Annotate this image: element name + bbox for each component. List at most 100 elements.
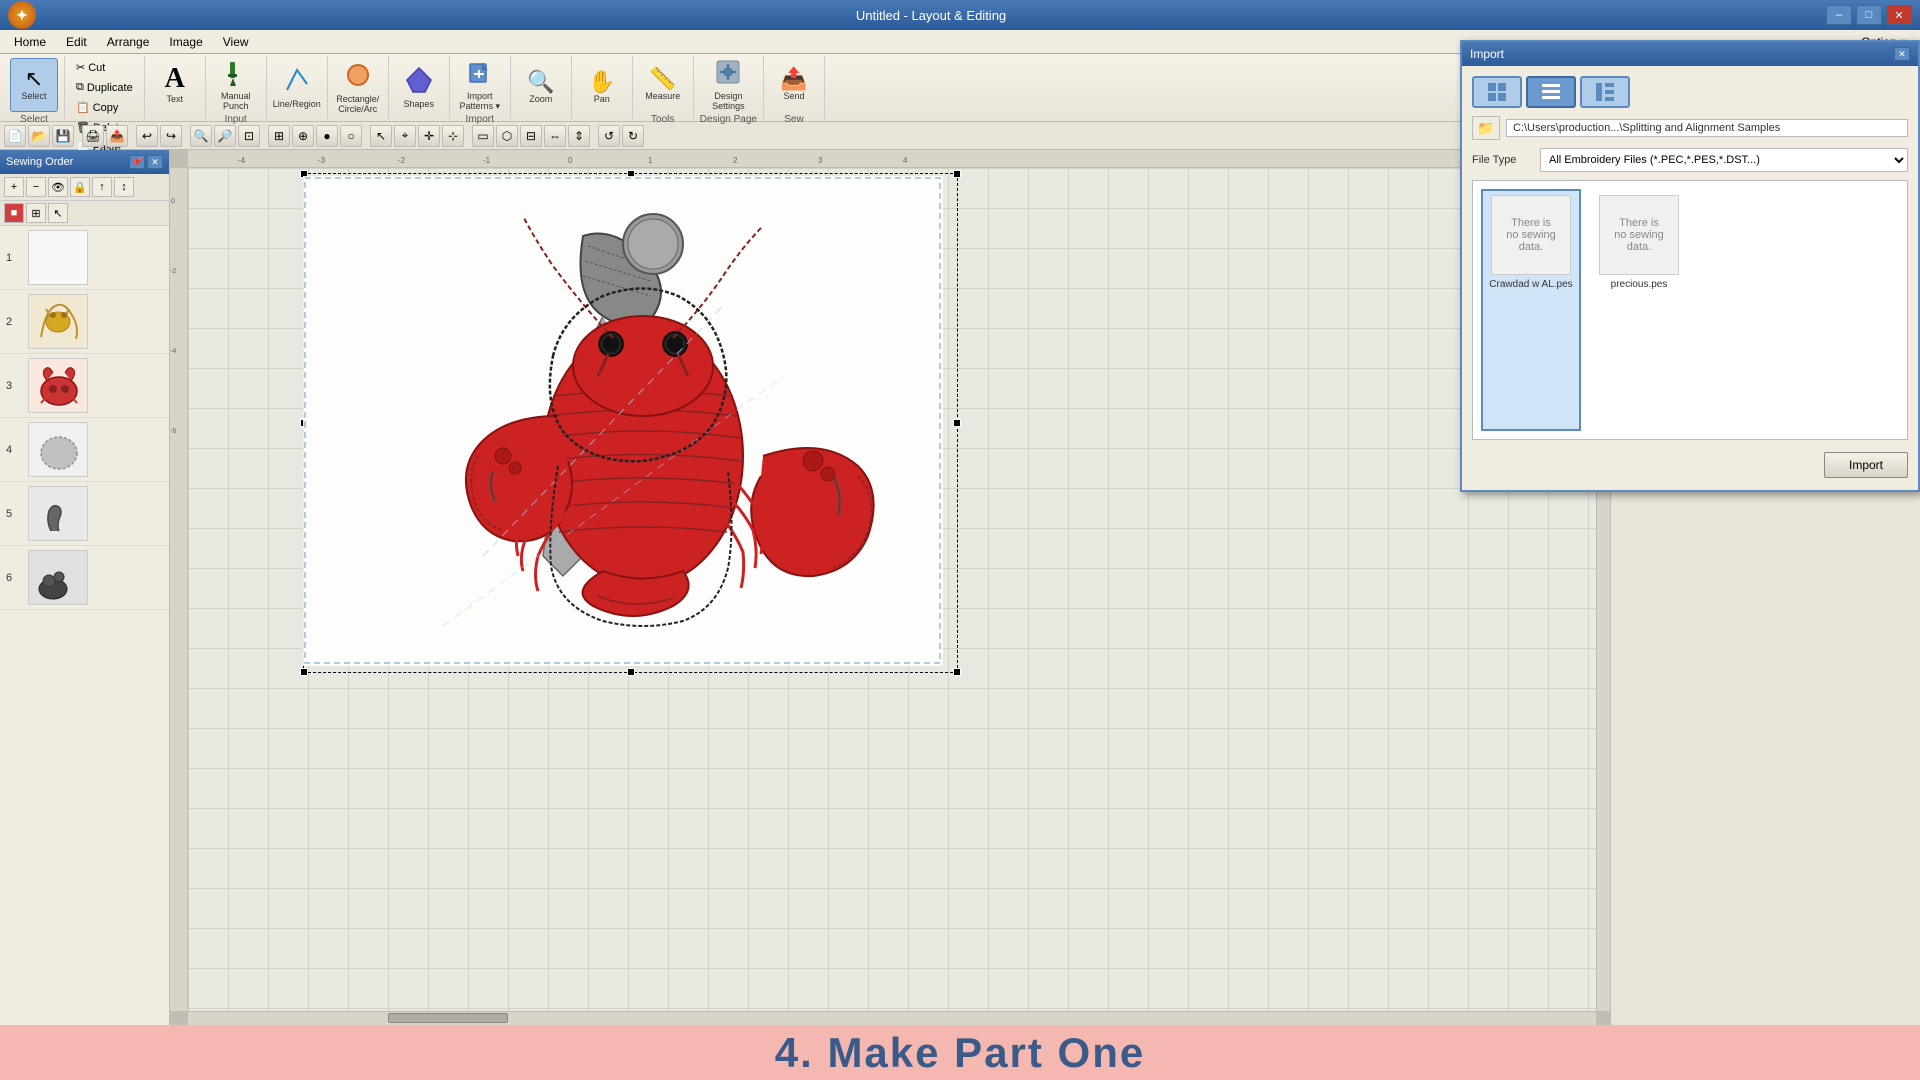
import-folder-btn[interactable]: 📁 xyxy=(1472,116,1500,140)
send-button[interactable]: 📤 Send xyxy=(770,58,818,112)
import-patterns-button[interactable]: ImportPatterns ▾ xyxy=(456,58,504,112)
tb2-flip-h[interactable]: ⇔ xyxy=(544,125,566,147)
sewing-order-title: Sewing Order xyxy=(6,156,73,168)
scrollbar-thumb-h[interactable] xyxy=(388,1013,508,1023)
menu-arrange[interactable]: Arrange xyxy=(97,33,160,51)
tb2-zoom-out[interactable]: 🔎 xyxy=(214,125,236,147)
tb2-select-free[interactable]: ⬡ xyxy=(496,125,518,147)
tb2-export[interactable]: 📤 xyxy=(106,125,128,147)
duplicate-button[interactable]: ⧉ Duplicate xyxy=(71,78,138,97)
tb2-undo[interactable]: ↩ xyxy=(136,125,158,147)
import-view-detail[interactable] xyxy=(1580,76,1630,108)
sewing-item[interactable]: 5 xyxy=(0,482,169,546)
import-file-item[interactable]: There isno sewingdata. precious.pes xyxy=(1589,189,1689,431)
sewing-item[interactable]: 3 xyxy=(0,354,169,418)
sew-eye[interactable]: 👁 xyxy=(48,177,68,197)
import-filetype-select[interactable]: All Embroidery Files (*.PEC,*.PES,*.DST.… xyxy=(1540,148,1908,172)
sew-group[interactable]: ⊞ xyxy=(26,203,46,223)
shapes-button[interactable]: Shapes xyxy=(395,61,443,115)
menu-image[interactable]: Image xyxy=(159,33,212,51)
sewing-order-pin[interactable]: 📌 xyxy=(129,155,145,169)
tb2-cursor2[interactable]: ⌖ xyxy=(394,125,416,147)
sewing-item[interactable]: 1 xyxy=(0,226,169,290)
ruler-vertical: 0 -2 -4 -6 xyxy=(170,168,188,1011)
minimize-button[interactable]: – xyxy=(1826,5,1852,25)
text-button[interactable]: A Text xyxy=(151,58,199,112)
pan-icon: ✋ xyxy=(588,71,615,93)
import-view-list[interactable] xyxy=(1526,76,1576,108)
design-settings-button[interactable]: DesignSettings xyxy=(704,58,752,112)
sew-up[interactable]: ↑ xyxy=(92,177,112,197)
tb2-zoom-in[interactable]: 🔍 xyxy=(190,125,212,147)
tb2-rotate-r[interactable]: ↻ xyxy=(622,125,644,147)
import-file-item[interactable]: There isno sewingdata. Crawdad w AL.pes xyxy=(1481,189,1581,431)
ruler-mark: -4 xyxy=(238,156,245,165)
sel-handle-mr[interactable] xyxy=(953,419,961,427)
zoom-label: Zoom xyxy=(529,95,552,105)
zoom-icon: 🔍 xyxy=(527,71,554,93)
manual-punch-button[interactable]: ManualPunch xyxy=(212,58,260,112)
close-button[interactable]: ✕ xyxy=(1886,5,1912,25)
import-filetype-row: File Type All Embroidery Files (*.PEC,*.… xyxy=(1472,148,1908,172)
tb2-save[interactable]: 💾 xyxy=(52,125,74,147)
measure-button[interactable]: 📏 Measure xyxy=(639,58,687,112)
tb2-open[interactable]: 📂 xyxy=(28,125,50,147)
tb2-flip-v[interactable]: ⇕ xyxy=(568,125,590,147)
sew-color[interactable]: ■ xyxy=(4,203,24,223)
sel-handle-br[interactable] xyxy=(953,668,961,676)
sel-handle-tr[interactable] xyxy=(953,170,961,178)
import-dialog: Import ✕ 📁 xyxy=(1460,40,1920,492)
import-view-icons[interactable] xyxy=(1472,76,1522,108)
send-icon: 📤 xyxy=(780,68,807,90)
sew-lock[interactable]: 🔒 xyxy=(70,177,90,197)
tb2-rotate-l[interactable]: ↺ xyxy=(598,125,620,147)
rect-circle-button[interactable]: Rectangle/Circle/Arc xyxy=(334,61,382,115)
tb2-cursor3[interactable]: ✛ xyxy=(418,125,440,147)
embroidery-image xyxy=(303,176,953,674)
tb2-redo[interactable]: ↪ xyxy=(160,125,182,147)
tb2-fit[interactable]: ⊡ xyxy=(238,125,260,147)
tb2-circle2[interactable]: ○ xyxy=(340,125,362,147)
menu-home[interactable]: Home xyxy=(4,33,56,51)
tb2-crop[interactable]: ⊟ xyxy=(520,125,542,147)
sew-add[interactable]: + xyxy=(4,177,24,197)
ruler-mark: -3 xyxy=(318,156,325,165)
copy-button[interactable]: 📋 Copy xyxy=(71,98,138,117)
tb2-cursor4[interactable]: ⊹ xyxy=(442,125,464,147)
sewing-toolbar2: ■ ⊞ ↖ xyxy=(0,201,169,226)
sew-cursor[interactable]: ↖ xyxy=(48,203,68,223)
tb2-select-rect[interactable]: ▭ xyxy=(472,125,494,147)
horizontal-scrollbar[interactable] xyxy=(188,1011,1596,1025)
cut-button[interactable]: ✂ Cut xyxy=(71,58,138,77)
tb2-snap[interactable]: ⊕ xyxy=(292,125,314,147)
sew-group-label: Sew xyxy=(784,114,803,125)
tb2-cursor1[interactable]: ↖ xyxy=(370,125,392,147)
import-dialog-close[interactable]: ✕ xyxy=(1894,47,1910,61)
clipboard-group: ✂ Cut ⧉ Duplicate 📋 Copy 🗑 Delete 📄 xyxy=(65,56,145,119)
sewing-item[interactable]: 6 xyxy=(0,546,169,610)
sewing-item[interactable]: 2 xyxy=(0,290,169,354)
sewing-order-close[interactable]: ✕ xyxy=(147,155,163,169)
tb2-new[interactable]: 📄 xyxy=(4,125,26,147)
import-no-data-1: There isno sewingdata. xyxy=(1502,207,1560,263)
pan-button[interactable]: ✋ Pan xyxy=(578,61,626,115)
tb2-print[interactable]: 🖨 xyxy=(82,125,104,147)
maximize-button[interactable]: □ xyxy=(1856,5,1882,25)
menu-view[interactable]: View xyxy=(213,33,259,51)
text-group: A Text x xyxy=(145,56,206,119)
menu-edit[interactable]: Edit xyxy=(56,33,97,51)
import-dialog-body: 📁 C:\Users\production...\Splitting and A… xyxy=(1462,66,1918,490)
sewing-item[interactable]: 4 xyxy=(0,418,169,482)
select-group: ↖ Select Select xyxy=(4,56,65,119)
sew-remove[interactable]: − xyxy=(26,177,46,197)
zoom-button[interactable]: 🔍 Zoom xyxy=(517,61,565,115)
tb2-circle[interactable]: ● xyxy=(316,125,338,147)
rect-circle-label: Rectangle/Circle/Arc xyxy=(336,95,379,115)
sew-move[interactable]: ↕ xyxy=(114,177,134,197)
line-region-button[interactable]: Line/Region xyxy=(273,61,321,115)
import-button[interactable]: Import xyxy=(1824,452,1908,478)
select-button[interactable]: ↖ Select xyxy=(10,58,58,112)
ruler-mark: 2 xyxy=(733,156,737,165)
shapes-icon xyxy=(405,66,433,98)
tb2-grid[interactable]: ⊞ xyxy=(268,125,290,147)
